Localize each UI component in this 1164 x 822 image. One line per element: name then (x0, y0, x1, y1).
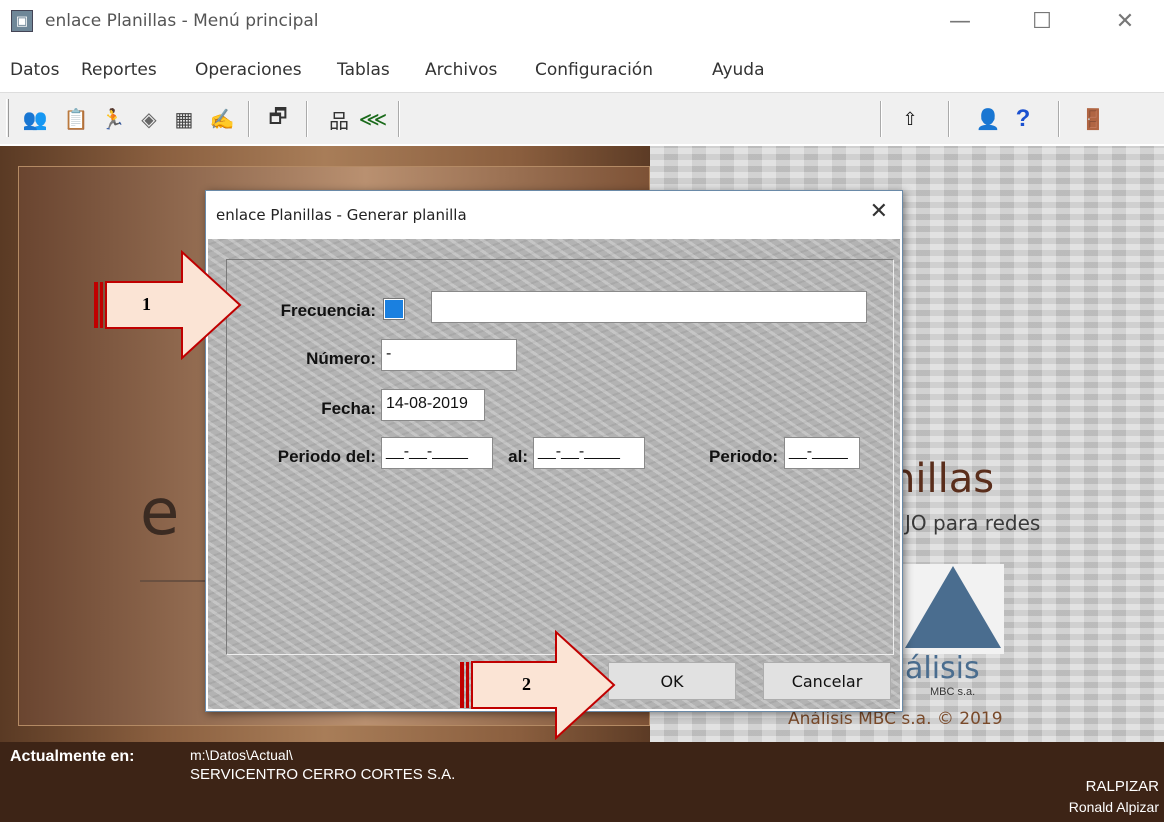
menu-configuracion[interactable]: Configuración (535, 60, 653, 80)
periodo-label: Periodo: (709, 447, 778, 466)
window-icon[interactable]: 🗗 (265, 106, 291, 132)
status-user-code: RALPIZAR (1085, 778, 1159, 795)
callout-arrow-1: 1 (92, 250, 242, 360)
menu-tablas[interactable]: Tablas (337, 60, 390, 80)
frecuencia-label: Frecuencia: (280, 301, 376, 320)
cancel-button[interactable]: Cancelar (763, 662, 891, 700)
network-icon[interactable]: 品 (326, 106, 352, 133)
menu-bar: Datos Reportes Operaciones Tablas Archiv… (0, 52, 1164, 92)
toolbar: 👥 📋 🏃 ◈ ▦ ✍ 🗗 品 ⋘ ⇧ 👤 ? 🚪 (0, 92, 1164, 144)
numero-label: Número: (306, 349, 376, 368)
status-label: Actualmente en: (10, 748, 135, 765)
menu-datos[interactable]: Datos (10, 60, 59, 80)
ok-button[interactable]: OK (608, 662, 736, 700)
al-label: al: (508, 447, 528, 466)
al-field[interactable]: __-__-____ (533, 437, 645, 469)
title-bar: ▣ enlace Planillas - Menú principal — ☐ … (0, 0, 1164, 44)
frecuencia-selector[interactable] (384, 299, 404, 319)
callout-arrow-2-shape (460, 630, 616, 740)
menu-reportes[interactable]: Reportes (81, 60, 157, 80)
status-user-name: Ronald Alpizar (1068, 799, 1159, 815)
runner-icon[interactable]: 🏃 (100, 106, 126, 132)
tag-icon[interactable]: ◈ (136, 106, 162, 132)
form-icon[interactable]: 📋 (63, 106, 89, 132)
toolbar-grip (6, 99, 9, 137)
up-arrow-icon[interactable]: ⇧ (897, 106, 923, 132)
toolbar-separator (306, 101, 308, 137)
close-button[interactable]: ✕ (1105, 4, 1145, 38)
periodo-del-field[interactable]: __-__-____ (381, 437, 493, 469)
menu-archivos[interactable]: Archivos (425, 60, 497, 80)
callout-label-2: 2 (522, 674, 531, 694)
background-letter: e (140, 476, 180, 550)
toolbar-separator (880, 101, 882, 137)
toolbar-separator (248, 101, 250, 137)
status-path: m:\Datos\Actual\ (190, 747, 293, 763)
status-company: SERVICENTRO CERRO CORTES S.A. (190, 766, 456, 783)
background-app-title: nillas (890, 456, 995, 502)
menu-operaciones[interactable]: Operaciones (195, 60, 302, 80)
toolbar-separator (948, 101, 950, 137)
status-bar: Actualmente en: m:\Datos\Actual\ SERVICE… (0, 742, 1164, 822)
toolbar-separator (398, 101, 400, 137)
app-icon: ▣ (11, 10, 33, 32)
edit-icon[interactable]: ✍ (209, 106, 235, 132)
frecuencia-field[interactable] (431, 291, 867, 323)
maximize-button[interactable]: ☐ (1022, 4, 1062, 38)
exit-door-icon[interactable]: 🚪 (1080, 106, 1106, 132)
numero-field[interactable]: - (381, 339, 517, 371)
minimize-button[interactable]: — (940, 4, 980, 38)
dialog-title: enlace Planillas - Generar planilla (216, 206, 467, 224)
periodo-del-label: Periodo del: (277, 447, 376, 466)
logo-name: álisis (905, 651, 980, 686)
menu-ayuda[interactable]: Ayuda (712, 60, 765, 80)
dialog-close-button[interactable]: ✕ (870, 199, 888, 224)
logo-small-text: MBC s.a. (930, 686, 976, 698)
fecha-field[interactable]: 14-08-2019 (381, 389, 485, 421)
toolbar-separator (1058, 101, 1060, 137)
background-app-subtitle: JO para redes (905, 511, 1041, 535)
people-icon[interactable]: 👥 (22, 106, 48, 132)
periodo-field[interactable]: __-____ (784, 437, 860, 469)
tree-icon[interactable]: ⋘ (359, 106, 387, 132)
help-person-icon[interactable]: 👤 (975, 106, 1001, 132)
window-title: enlace Planillas - Menú principal (45, 11, 319, 31)
chart-icon[interactable]: ▦ (171, 106, 197, 132)
fecha-label: Fecha: (321, 399, 376, 418)
callout-label-1: 1 (142, 294, 151, 314)
callout-arrow-1-shape (94, 250, 242, 360)
callout-arrow-2: 2 (458, 630, 618, 740)
logo-triangle-icon (905, 566, 1001, 648)
copyright: Análisis MBC s.a. © 2019 (788, 709, 1003, 729)
question-icon[interactable]: ? (1010, 105, 1036, 132)
